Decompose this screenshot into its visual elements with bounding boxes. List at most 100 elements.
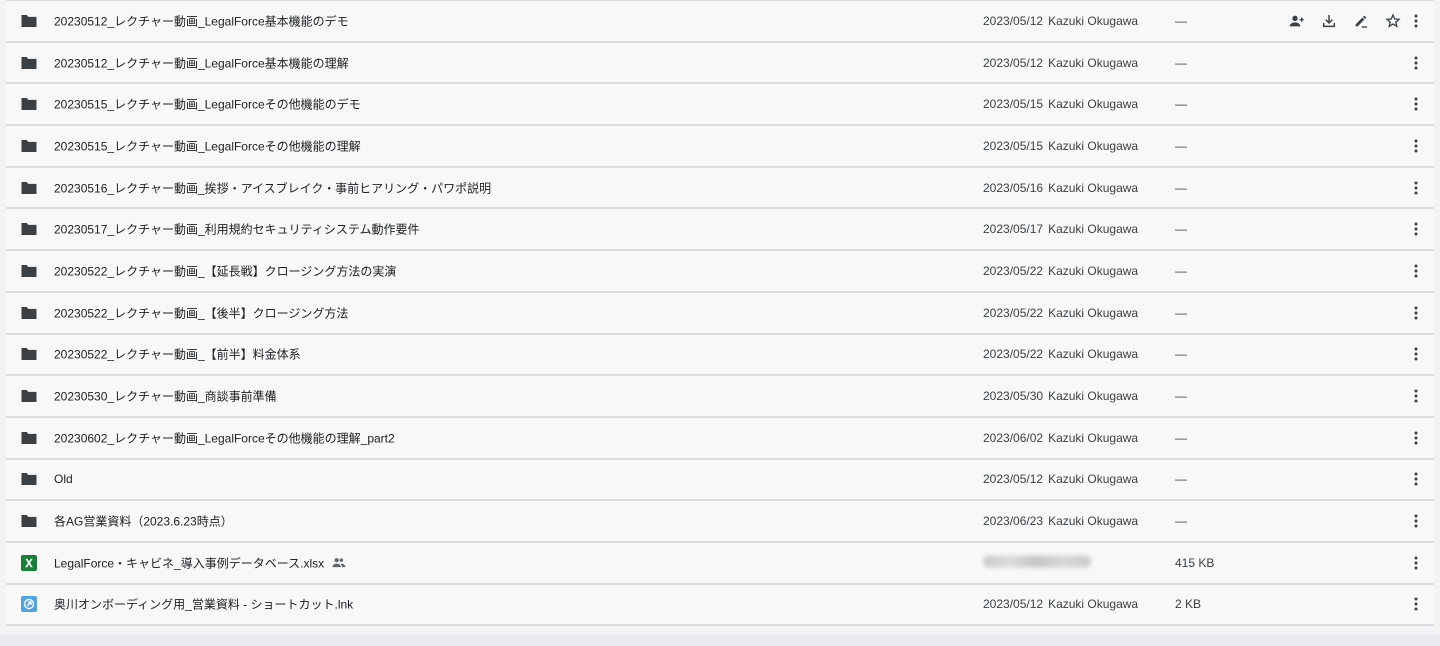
file-name[interactable]: LegalForce・キャビネ_導入事例データベース.xlsx	[54, 554, 346, 571]
more-vert-icon	[1414, 56, 1418, 70]
folder-icon	[20, 470, 38, 488]
folder-icon	[20, 95, 38, 113]
file-row[interactable]: 20230530_レクチャー動画_商談事前準備 2023/05/30 Kazuki …	[6, 376, 1434, 418]
modified-date: 2023/05/15	[983, 97, 1044, 112]
file-row[interactable]: 各AG営業資料（2023.6.23時点） 2023/06/23 Kazuki Oku…	[6, 501, 1434, 543]
folder-icon	[20, 304, 38, 322]
file-row[interactable]: 20230516_レクチャー動画_挨拶・アイスブレイク・事前ヒアリング・パワポ説…	[6, 168, 1434, 210]
rename-button[interactable]	[1352, 12, 1370, 30]
file-name[interactable]: 20230517_レクチャー動画_利用規約セキュリティシステム動作要件	[54, 221, 420, 238]
modified-date: 2023/05/22	[983, 263, 1044, 278]
more-actions-button[interactable]	[1410, 137, 1422, 155]
file-size: —	[1175, 514, 1187, 529]
file-row[interactable]: 20230512_レクチャー動画_LegalForce基本機能のデモ 2023/0…	[6, 1, 1434, 43]
file-row[interactable]: 20230512_レクチャー動画_LegalForce基本機能の理解 2023/0…	[6, 43, 1434, 85]
file-name-text: 各AG営業資料（2023.6.23時点）	[54, 514, 233, 529]
file-row[interactable]: 20230522_レクチャー動画_【延長戦】クロージング方法の実演 2023/05…	[6, 251, 1434, 293]
more-actions-button[interactable]	[1410, 12, 1422, 30]
file-name[interactable]: Old	[54, 472, 73, 486]
modified-by: Kazuki Okugawa	[1048, 305, 1139, 320]
more-vert-icon	[1414, 181, 1418, 195]
share-button[interactable]	[1288, 12, 1306, 30]
bottom-strip	[0, 634, 1440, 646]
more-actions-button[interactable]	[1410, 179, 1422, 197]
file-size: —	[1175, 180, 1187, 195]
file-row[interactable]: 20230515_レクチャー動画_LegalForceその他機能の理解 2023/…	[6, 126, 1434, 168]
more-actions-button[interactable]	[1410, 54, 1422, 72]
file-name-text: Old	[54, 472, 73, 487]
file-row[interactable]: 20230515_レクチャー動画_LegalForceその他機能のデモ 2023/…	[6, 84, 1434, 127]
file-name[interactable]: 20230602_レクチャー動画_LegalForceその他機能の理解_part…	[54, 429, 395, 446]
file-name[interactable]: 20230512_レクチャー動画_LegalForce基本機能の理解	[54, 54, 349, 71]
download-button[interactable]	[1320, 12, 1338, 30]
more-vert-icon	[1414, 139, 1418, 153]
file-name[interactable]: 20230515_レクチャー動画_LegalForceその他機能のデモ	[54, 96, 361, 113]
modified-info: 2023/05/22 Kazuki Okugawa	[983, 347, 1138, 361]
file-list: 20230512_レクチャー動画_LegalForce基本機能のデモ 2023/0…	[6, 0, 1434, 627]
modified-info: 2023/05/12 Kazuki Okugawa	[983, 14, 1138, 28]
modified-info: 2023/05/12 Kazuki Okugawa	[983, 597, 1138, 611]
file-row[interactable]: Old 2023/05/12 Kazuki Okugawa —	[6, 460, 1434, 502]
modified-date: 2023/05/17	[983, 222, 1044, 237]
file-size: —	[1175, 389, 1187, 404]
modified-by: Kazuki Okugawa	[1048, 55, 1139, 70]
modified-info: 2023/05/12 Kazuki Okugawa	[983, 472, 1138, 486]
folder-icon	[20, 137, 38, 155]
modified-date: 2023/05/12	[983, 13, 1044, 28]
file-name-text: 20230512_レクチャー動画_LegalForce基本機能の理解	[54, 56, 349, 71]
more-vert-icon	[1414, 222, 1418, 236]
more-actions-button[interactable]	[1410, 220, 1422, 238]
more-vert-icon	[1414, 556, 1418, 570]
file-name-text: 奥川オンボーディング用_営業資料 - ショートカット.lnk	[54, 597, 354, 612]
more-vert-icon	[1414, 431, 1418, 445]
file-size: —	[1175, 263, 1187, 278]
file-row[interactable]: 20230522_レクチャー動画_【後半】クロージング方法 2023/05/22 K…	[6, 293, 1434, 335]
file-row[interactable]: 20230602_レクチャー動画_LegalForceその他機能の理解_part…	[6, 418, 1434, 460]
file-name-text: 20230530_レクチャー動画_商談事前準備	[54, 389, 277, 404]
more-vert-icon	[1414, 347, 1418, 361]
more-actions-button[interactable]	[1410, 595, 1422, 613]
modified-by: Kazuki Okugawa	[1048, 389, 1139, 404]
more-actions-button[interactable]	[1410, 429, 1422, 447]
file-row[interactable]: LegalForce・キャビネ_導入事例データベース.xlsx 415 KB	[6, 543, 1434, 585]
modified-info: 2023/06/02 Kazuki Okugawa	[983, 431, 1138, 445]
file-row[interactable]: 奥川オンボーディング用_営業資料 - ショートカット.lnk 2023/05/12…	[6, 585, 1434, 627]
file-name[interactable]: 20230516_レクチャー動画_挨拶・アイスブレイク・事前ヒアリング・パワポ説…	[54, 179, 491, 196]
file-name[interactable]: 20230522_レクチャー動画_【延長戦】クロージング方法の実演	[54, 262, 396, 279]
file-size: 2 KB	[1175, 597, 1202, 612]
modified-info: 2023/05/22 Kazuki Okugawa	[983, 306, 1138, 320]
file-size: —	[1175, 305, 1187, 320]
modified-date: 2023/05/12	[983, 55, 1044, 70]
more-actions-button[interactable]	[1410, 554, 1422, 572]
more-actions-button[interactable]	[1410, 387, 1422, 405]
download-icon	[1321, 13, 1337, 29]
star-button[interactable]	[1384, 12, 1402, 30]
file-row[interactable]: 20230517_レクチャー動画_利用規約セキュリティシステム動作要件 2023/…	[6, 209, 1434, 252]
file-name-text: 20230516_レクチャー動画_挨拶・アイスブレイク・事前ヒアリング・パワポ説…	[54, 181, 492, 196]
file-name[interactable]: 20230530_レクチャー動画_商談事前準備	[54, 388, 277, 405]
file-name[interactable]: 各AG営業資料（2023.6.23時点）	[54, 513, 233, 530]
more-actions-button[interactable]	[1410, 95, 1422, 113]
file-name[interactable]: 奥川オンボーディング用_営業資料 - ショートカット.lnk	[54, 596, 353, 613]
file-row[interactable]: 20230522_レクチャー動画_【前半】料金体系 2023/05/22 Kazuk…	[6, 335, 1434, 377]
file-name[interactable]: 20230515_レクチャー動画_LegalForceその他機能の理解	[54, 137, 361, 154]
modified-info: 2023/05/12 Kazuki Okugawa	[983, 56, 1138, 70]
more-actions-button[interactable]	[1410, 304, 1422, 322]
more-vert-icon	[1414, 597, 1418, 611]
modified-date: 2023/05/12	[983, 597, 1044, 612]
more-vert-icon	[1414, 306, 1418, 320]
more-actions-button[interactable]	[1410, 512, 1422, 530]
more-actions-button[interactable]	[1410, 470, 1422, 488]
file-name[interactable]: 20230522_レクチャー動画_【後半】クロージング方法	[54, 304, 348, 321]
file-size: —	[1175, 347, 1187, 362]
file-name[interactable]: 20230512_レクチャー動画_LegalForce基本機能のデモ	[54, 12, 349, 29]
modified-by: Kazuki Okugawa	[1048, 222, 1139, 237]
more-vert-icon	[1414, 14, 1418, 28]
modified-by: Kazuki Okugawa	[1048, 138, 1139, 153]
more-actions-button[interactable]	[1410, 345, 1422, 363]
file-size: —	[1175, 430, 1187, 445]
more-actions-button[interactable]	[1410, 262, 1422, 280]
modified-date: 2023/06/23	[983, 514, 1044, 529]
folder-icon	[20, 262, 38, 280]
file-name[interactable]: 20230522_レクチャー動画_【前半】料金体系	[54, 346, 301, 363]
